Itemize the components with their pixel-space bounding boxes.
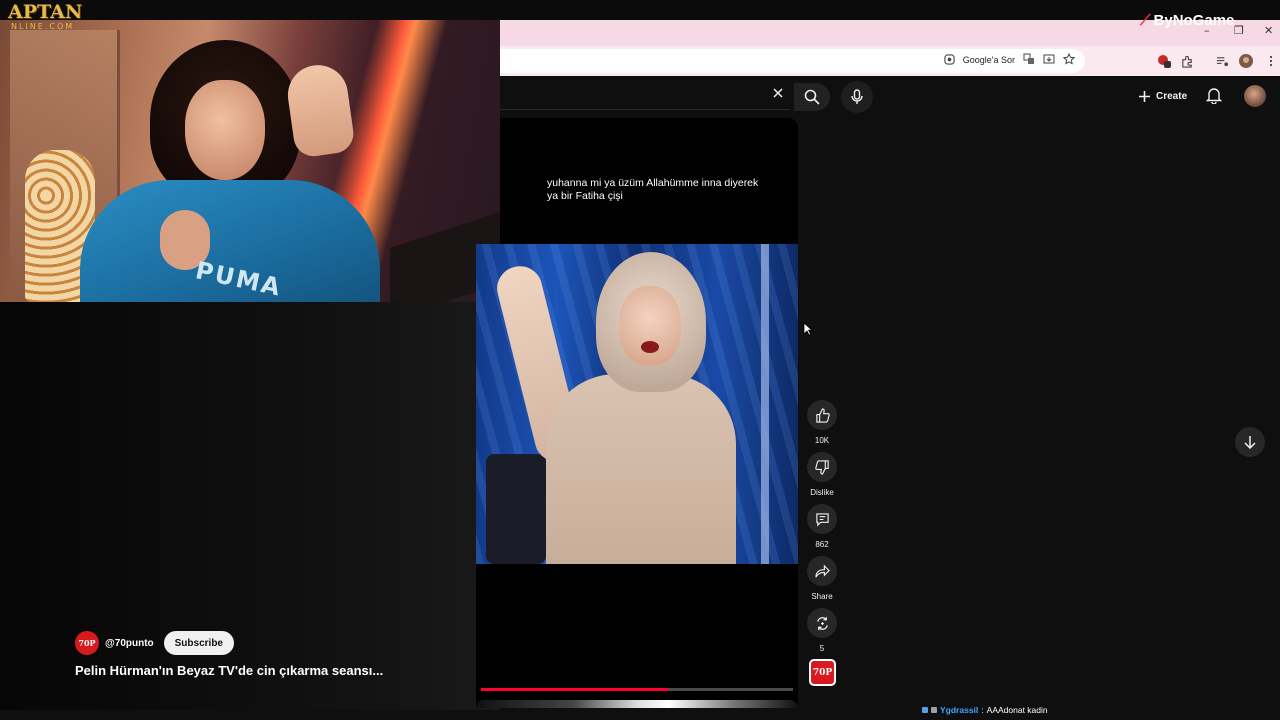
extension-badge-icon[interactable] <box>1156 53 1172 69</box>
notifications-bell-icon[interactable] <box>1205 86 1223 109</box>
search-input[interactable] <box>500 82 790 110</box>
google-lens-icon[interactable] <box>944 53 955 67</box>
browser-toolbar: Google'a Sor <box>500 46 1280 76</box>
aptan-logo-sub: NLINE.COM <box>11 22 75 31</box>
channel-handle[interactable]: @70punto <box>105 638 154 649</box>
share-label: Share <box>811 592 833 601</box>
window-close-button[interactable]: ✕ <box>1264 24 1273 37</box>
video-chair <box>486 454 546 564</box>
share-arrow-icon <box>814 564 830 577</box>
subscribe-button[interactable]: Subscribe <box>163 631 234 655</box>
thumbs-down-icon <box>814 459 829 475</box>
streamer-face <box>185 80 265 180</box>
microphone-icon <box>851 89 863 104</box>
aptan-logo: APTAN <box>8 1 83 23</box>
share-button[interactable] <box>807 556 837 586</box>
clear-search-icon[interactable] <box>772 86 784 104</box>
video-presenter-face <box>619 286 681 366</box>
thumbs-up-icon <box>815 407 830 423</box>
dislike-label: Dislike <box>810 488 834 497</box>
bynogame-mark-icon: ⟋ <box>1140 12 1151 29</box>
google-ask-label[interactable]: Google'a Sor <box>963 55 1015 65</box>
comments-action[interactable]: 862 <box>807 504 837 549</box>
translate-icon[interactable] <box>1023 53 1035 67</box>
bynogame-text: ByNoGame <box>1153 12 1235 29</box>
channel-avatar[interactable]: 70P <box>75 631 99 655</box>
video-presenter-mouth <box>641 341 659 353</box>
voice-search-button[interactable] <box>841 81 873 113</box>
share-action[interactable]: Share <box>807 556 837 601</box>
remix-icon <box>816 616 828 630</box>
bynogame-logo: ⟋ ByNoGame <box>1140 12 1234 29</box>
like-count: 10K <box>814 436 830 445</box>
window-restore-button[interactable]: ❐ <box>1234 24 1244 37</box>
streamer-webcam: PUMA <box>0 20 500 302</box>
video-progress-bar[interactable] <box>481 688 793 691</box>
install-app-icon[interactable] <box>1043 53 1055 67</box>
extensions-puzzle-icon[interactable] <box>1179 53 1195 69</box>
chat-username: Ygdrassil <box>940 705 979 715</box>
chat-text: AAAdonat kadin <box>986 705 1048 715</box>
channel-thumbnail[interactable]: 70P <box>809 659 836 686</box>
next-short-button[interactable] <box>1235 427 1265 457</box>
like-action[interactable]: 10K <box>807 400 837 445</box>
create-button[interactable]: Create <box>1138 85 1187 107</box>
bookmark-star-icon[interactable] <box>1062 52 1076 67</box>
chat-separator: : <box>981 705 984 715</box>
create-label: Create <box>1156 90 1188 102</box>
dislike-action[interactable]: Dislike <box>807 452 837 497</box>
browser-menu-icon[interactable] <box>1263 53 1279 69</box>
chat-badge-icon <box>922 707 928 713</box>
comments-button[interactable] <box>807 504 837 534</box>
profile-avatar-icon[interactable] <box>1238 53 1254 69</box>
comments-count: 862 <box>815 540 829 549</box>
stream-top-strip <box>0 0 1280 20</box>
streamer-raised-hand <box>284 61 356 159</box>
account-avatar[interactable] <box>1244 85 1266 107</box>
youtube-header: Create <box>500 76 1280 118</box>
video-progress-fill <box>481 688 669 691</box>
mouse-cursor-icon <box>803 322 814 341</box>
chat-badge-icon <box>931 707 937 713</box>
remix-button[interactable] <box>807 608 837 638</box>
shorts-video-frame[interactable] <box>476 244 798 564</box>
omnibox-actions: Google'a Sor <box>944 52 1076 67</box>
remix-count: 5 <box>819 644 825 653</box>
search-button[interactable] <box>794 83 830 111</box>
comment-icon <box>815 512 829 526</box>
video-pillar <box>761 244 769 564</box>
dislike-button[interactable] <box>807 452 837 482</box>
like-button[interactable] <box>807 400 837 430</box>
video-title[interactable]: Pelin Hürman'ın Beyaz TV'de cin çıkarma … <box>75 663 383 678</box>
search-icon <box>804 89 820 105</box>
channel-row: 70P @70punto Subscribe <box>75 631 234 655</box>
plus-icon <box>1139 90 1150 102</box>
chat-message: Ygdrassil : AAAdonat kadin <box>922 705 1048 715</box>
media-controls-icon[interactable] <box>1214 53 1230 69</box>
remix-action[interactable]: 5 <box>807 608 837 653</box>
next-short-preview[interactable] <box>476 700 798 708</box>
video-presenter-body <box>546 374 736 564</box>
arrow-down-icon <box>1244 436 1256 449</box>
shorts-caption: yuhanna mi ya üzüm Allahümme inna diyere… <box>547 177 759 202</box>
address-bar[interactable]: Google'a Sor <box>500 49 1085 73</box>
